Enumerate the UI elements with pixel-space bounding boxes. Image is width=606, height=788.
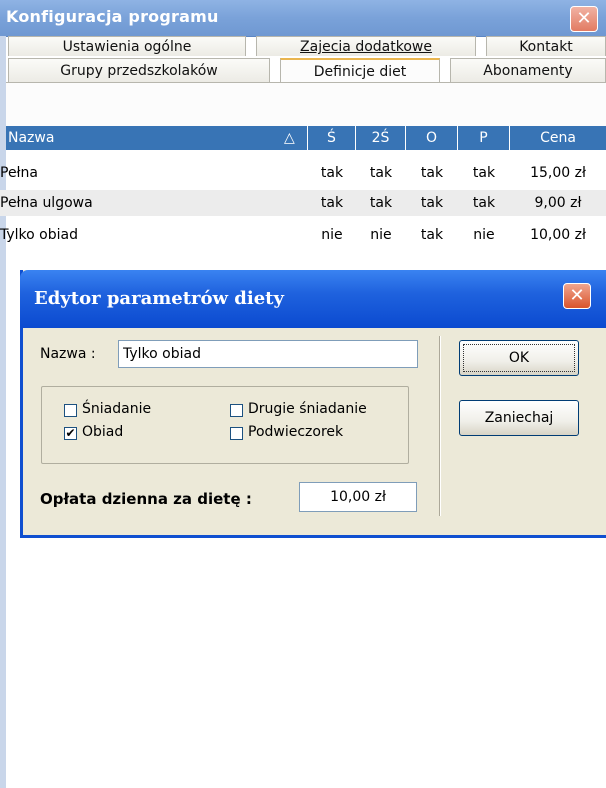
column-header-p[interactable]: P — [458, 126, 510, 150]
tab-label: Grupy przedszkolaków — [60, 63, 218, 79]
window-left-border-lower — [0, 538, 6, 788]
column-header-cena[interactable]: Cena — [510, 126, 606, 150]
column-header-o[interactable]: O — [406, 126, 458, 150]
close-icon: ✕ — [576, 8, 592, 29]
cancel-button-label: Zaniechaj — [484, 410, 554, 426]
tab-abonamenty[interactable]: Abonamenty — [450, 58, 606, 82]
close-icon: ✕ — [569, 285, 585, 306]
ok-button-label: OK — [508, 350, 530, 366]
tab-definicje-diet[interactable]: Definicje diet — [280, 58, 440, 82]
dialog-title-bar[interactable]: Edytor parametrów diety — [20, 270, 606, 328]
name-input[interactable] — [118, 340, 418, 368]
column-header-nazwa[interactable]: Nazwa △ — [6, 126, 308, 150]
window-title: Konfiguracja programu — [6, 7, 219, 26]
table-row[interactable]: Tylko obiad nie nie tak nie 10,00 zł — [0, 222, 606, 248]
dialog-body: Nazwa : Śniadanie Drugie śniadanie ✔ Obi… — [23, 328, 606, 535]
tab-panel — [6, 82, 606, 127]
name-label: Nazwa : — [40, 346, 96, 362]
cell-cena: 15,00 zł — [530, 165, 586, 181]
table-row[interactable]: Pełna ulgowa tak tak tak tak 9,00 zł — [0, 190, 606, 216]
tab-label: Definicje diet — [313, 64, 407, 80]
cell-s: tak — [320, 195, 344, 211]
meals-group: Śniadanie Drugie śniadanie ✔ Obiad Podwi… — [41, 386, 409, 464]
cell-p: nie — [473, 227, 495, 243]
cell-2s: tak — [369, 165, 393, 181]
tab-label: Ustawienia ogólne — [62, 39, 192, 55]
cell-2s: nie — [370, 227, 392, 243]
cell-2s: tak — [369, 195, 393, 211]
dialog-close-button[interactable]: ✕ — [563, 283, 591, 309]
daily-fee-input[interactable] — [299, 482, 417, 512]
tab-label: Abonamenty — [483, 63, 573, 79]
ok-button[interactable]: OK — [459, 340, 579, 376]
cell-nazwa: Pełna ulgowa — [0, 195, 93, 211]
cell-p: tak — [472, 165, 496, 181]
grid-header: Nazwa △ Ś 2Ś O P Cena — [6, 126, 606, 150]
cell-nazwa: Pełna — [0, 165, 38, 181]
cell-s: tak — [320, 165, 344, 181]
checkbox-label: Drugie śniadanie — [248, 401, 367, 417]
cell-o: tak — [420, 227, 444, 243]
cell-o: tak — [420, 195, 444, 211]
cell-cena: 10,00 zł — [530, 227, 586, 243]
column-header-label: O — [425, 130, 438, 146]
checkbox-sniadanie[interactable] — [64, 404, 77, 417]
column-header-label: Cena — [540, 130, 576, 146]
checkmark-icon: ✔ — [65, 426, 76, 440]
column-header-label: 2Ś — [371, 130, 390, 146]
tab-label: Zajecia dodatkowe — [300, 39, 432, 55]
window-title-bar[interactable]: Konfiguracja programu — [0, 0, 606, 37]
cell-o: tak — [420, 165, 444, 181]
checkbox-drugie-sniadanie[interactable] — [230, 404, 243, 417]
dialog-separator — [439, 336, 441, 516]
column-header-label: Nazwa — [8, 130, 55, 146]
column-header-s[interactable]: Ś — [308, 126, 356, 150]
table-row[interactable]: Pełna tak tak tak tak 15,00 zł — [0, 160, 606, 186]
tab-ustawienia-ogolne[interactable]: Ustawienia ogólne — [8, 36, 246, 56]
dialog-title: Edytor parametrów diety — [34, 288, 284, 309]
cancel-button[interactable]: Zaniechaj — [459, 400, 579, 436]
daily-fee-label: Opłata dzienna za dietę : — [40, 490, 252, 508]
column-header-label: Ś — [327, 130, 336, 146]
column-header-label: P — [479, 130, 488, 146]
checkbox-label: Obiad — [82, 424, 124, 440]
tab-zajecia-dodatkowe[interactable]: Zajecia dodatkowe — [256, 36, 476, 56]
cell-nazwa: Tylko obiad — [0, 227, 78, 243]
cell-s: nie — [321, 227, 343, 243]
checkbox-label: Śniadanie — [82, 401, 152, 417]
tab-kontakt[interactable]: Kontakt — [486, 36, 606, 56]
cell-cena: 9,00 zł — [534, 195, 582, 211]
tab-grupy-przedszkolakow[interactable]: Grupy przedszkolaków — [8, 58, 270, 82]
cell-p: tak — [472, 195, 496, 211]
window-close-button[interactable]: ✕ — [570, 6, 598, 32]
checkbox-label: Podwieczorek — [248, 424, 344, 440]
tab-label: Kontakt — [519, 39, 573, 55]
checkbox-obiad[interactable]: ✔ — [64, 427, 77, 440]
sort-ascending-icon: △ — [284, 130, 295, 146]
column-header-2s[interactable]: 2Ś — [356, 126, 406, 150]
checkbox-podwieczorek[interactable] — [230, 427, 243, 440]
